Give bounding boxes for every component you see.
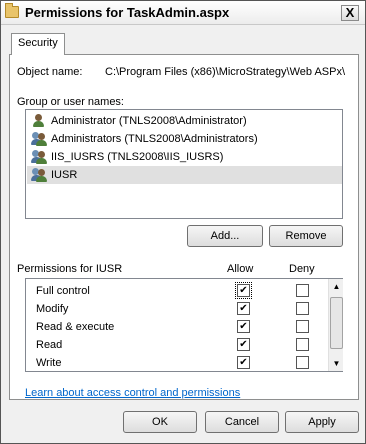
list-item-label: Administrator (TNLS2008\Administrator) (51, 115, 247, 127)
deny-checkbox-read-execute[interactable] (296, 320, 309, 333)
allow-header: Allow (227, 263, 254, 275)
scroll-thumb[interactable] (330, 297, 343, 349)
object-name-value: C:\Program Files (x86)\MicroStrategy\Web… (105, 66, 345, 78)
scroll-up-icon[interactable]: ▲ (329, 279, 344, 294)
permission-row-write: Write (36, 357, 62, 369)
allow-checkbox-write[interactable] (237, 356, 250, 369)
permissions-label: Permissions for IUSR (17, 263, 123, 275)
object-name-label: Object name: (17, 66, 83, 78)
list-item-iis-iusrs[interactable]: IIS_IUSRS (TNLS2008\IIS_IUSRS) (27, 148, 342, 166)
list-item-administrators[interactable]: Administrators (TNLS2008\Administrators) (27, 130, 342, 148)
cancel-button[interactable]: Cancel (205, 411, 279, 433)
deny-checkbox-write[interactable] (296, 356, 309, 369)
list-item-label: Administrators (TNLS2008\Administrators) (51, 133, 258, 145)
deny-checkbox-modify[interactable] (296, 302, 309, 315)
permission-row-full-control: Full control (36, 285, 90, 297)
learn-more-link[interactable]: Learn about access control and permissio… (25, 387, 240, 399)
remove-button[interactable]: Remove (269, 225, 343, 247)
permission-row-read-execute: Read & execute (36, 321, 115, 333)
allow-checkbox-modify[interactable] (237, 302, 250, 315)
apply-button[interactable]: Apply (285, 411, 359, 433)
permission-row-read: Read (36, 339, 63, 351)
permissions-scrollbar[interactable]: ▲ ▼ (328, 279, 343, 371)
allow-checkbox-read[interactable] (237, 338, 250, 351)
list-item-label: IUSR (51, 169, 78, 181)
list-item-administrator[interactable]: Administrator (TNLS2008\Administrator) (27, 112, 342, 130)
deny-header: Deny (289, 263, 315, 275)
allow-checkbox-read-execute[interactable] (237, 320, 250, 333)
user-icon (31, 114, 47, 128)
group-icon (31, 168, 47, 182)
group-list-label: Group or user names: (17, 96, 124, 108)
list-item-iusr[interactable]: IUSR (27, 166, 342, 184)
deny-checkbox-read[interactable] (296, 338, 309, 351)
group-icon (31, 150, 47, 164)
ok-button[interactable]: OK (123, 411, 197, 433)
scroll-down-icon[interactable]: ▼ (329, 356, 344, 371)
group-icon (31, 132, 47, 146)
close-button[interactable]: X (341, 5, 359, 21)
folder-icon (5, 3, 19, 18)
add-button[interactable]: Add... (187, 225, 263, 247)
group-listbox[interactable]: Administrator (TNLS2008\Administrator) A… (25, 109, 343, 219)
permissions-dialog: Permissions for TaskAdmin.aspx X Securit… (0, 0, 366, 444)
title-bar: Permissions for TaskAdmin.aspx X (1, 1, 365, 25)
permission-row-modify: Modify (36, 303, 69, 315)
permissions-list: Full control Modify Read & execute Read … (25, 278, 343, 372)
allow-checkbox-full-control[interactable] (235, 282, 252, 299)
window-title: Permissions for TaskAdmin.aspx (25, 5, 230, 20)
tab-security[interactable]: Security (11, 33, 65, 55)
list-item-label: IIS_IUSRS (TNLS2008\IIS_IUSRS) (51, 151, 224, 163)
deny-checkbox-full-control[interactable] (296, 284, 309, 297)
